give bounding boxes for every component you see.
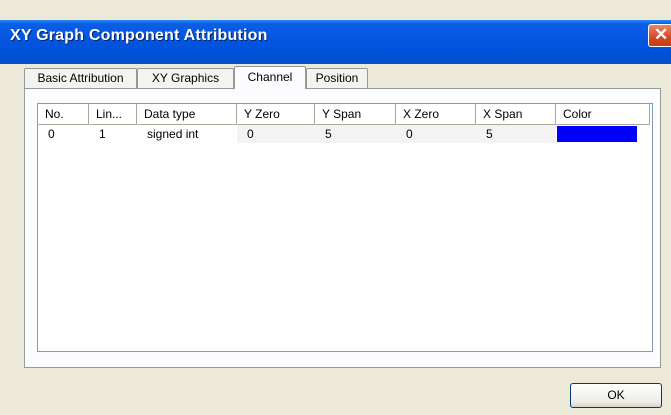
tab-label: XY Graphics <box>151 71 220 85</box>
column-header-no[interactable]: No. <box>38 104 89 125</box>
cell-x-zero: 0 <box>396 125 476 143</box>
dialog-window: XY Graph Component Attribution ✕ Basic A… <box>0 0 671 415</box>
column-header-color[interactable]: Color <box>556 104 650 125</box>
cell-no: 0 <box>48 127 55 141</box>
channel-list[interactable]: No. Lin... Data type Y Zero Y Span X Zer… <box>37 103 653 352</box>
column-header-x-span[interactable]: X Span <box>476 104 556 125</box>
cell-y-span: 5 <box>315 125 396 143</box>
column-header-data-type[interactable]: Data type <box>137 104 237 125</box>
tab-label: Position <box>315 71 359 85</box>
column-header-y-span[interactable]: Y Span <box>315 104 396 125</box>
title-bar[interactable]: XY Graph Component Attribution <box>0 20 671 64</box>
cell-x-span: 5 <box>476 125 556 143</box>
ok-button[interactable]: OK <box>570 383 662 408</box>
column-header-x-zero[interactable]: X Zero <box>396 104 476 125</box>
cell-y-zero: 0 <box>237 125 315 143</box>
tab-channel[interactable]: Channel <box>234 66 306 89</box>
tab-label: Basic Attribution <box>37 71 124 85</box>
close-icon: ✕ <box>654 25 669 44</box>
window-title: XY Graph Component Attribution <box>10 27 268 44</box>
tab-xy-graphics[interactable]: XY Graphics <box>137 68 234 88</box>
tab-label: Channel <box>247 70 293 84</box>
close-button[interactable]: ✕ <box>648 24 671 47</box>
color-swatch[interactable] <box>557 126 637 142</box>
cell-line: 1 <box>99 127 106 141</box>
tab-position[interactable]: Position <box>306 68 368 88</box>
cell-data-type: signed int <box>147 127 199 141</box>
table-row[interactable]: 0 1 signed int 0 5 0 5 <box>38 125 652 143</box>
tab-basic-attribution[interactable]: Basic Attribution <box>24 68 137 88</box>
column-header-line[interactable]: Lin... <box>89 104 137 125</box>
column-header-y-zero[interactable]: Y Zero <box>237 104 315 125</box>
list-header: No. Lin... Data type Y Zero Y Span X Zer… <box>38 104 652 125</box>
